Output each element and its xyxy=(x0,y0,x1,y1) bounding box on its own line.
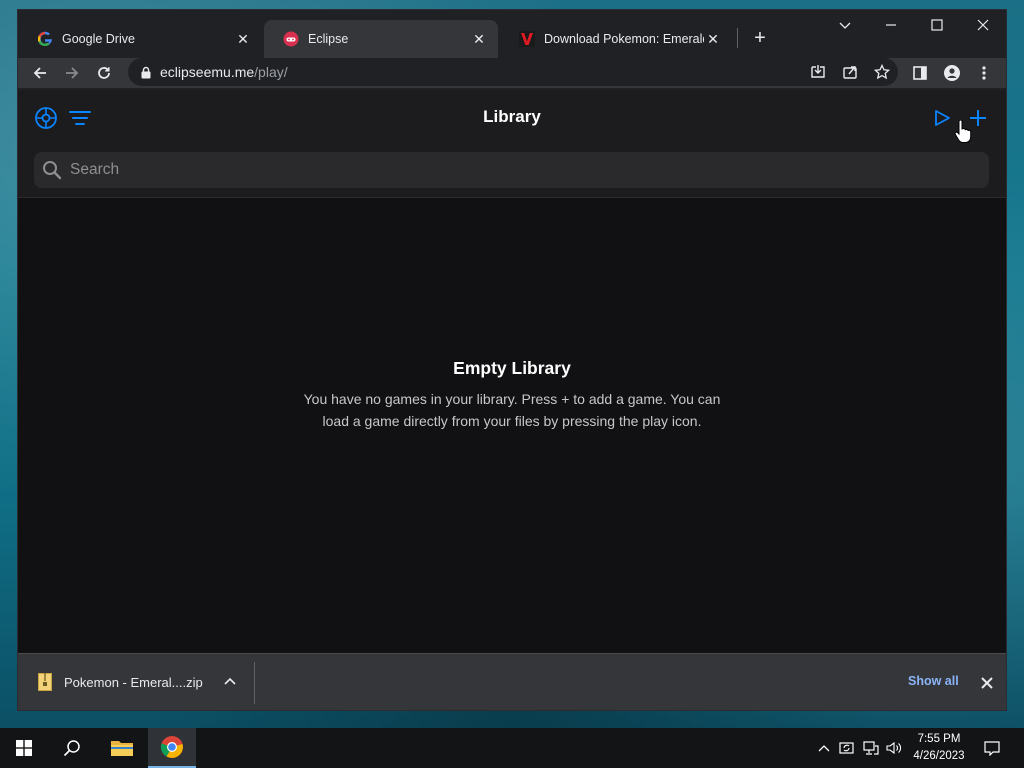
google-icon xyxy=(37,31,52,47)
download-item[interactable]: Pokemon - Emeral....zip xyxy=(18,654,254,710)
notification-icon xyxy=(984,741,1000,756)
maximize-button[interactable] xyxy=(914,10,960,40)
chevron-down-icon xyxy=(839,22,851,29)
tab-eclipse[interactable]: Eclipse ✕ xyxy=(264,20,498,58)
search-input[interactable] xyxy=(70,161,970,179)
empty-state: Empty Library You have no games in your … xyxy=(18,358,1006,432)
folder-icon xyxy=(111,741,133,756)
lock-icon xyxy=(141,66,151,78)
tab-title: Download Pokemon: Emerald Ve xyxy=(544,32,704,46)
bookmark-button[interactable] xyxy=(866,64,898,80)
taskbar: 7:55 PM 4/26/2023 xyxy=(0,728,1024,768)
show-hidden-icons-button[interactable] xyxy=(815,740,833,756)
close-icon xyxy=(977,19,989,31)
minimize-button[interactable] xyxy=(868,10,914,40)
browser-menu-button[interactable] xyxy=(970,59,998,87)
hand-cursor-icon xyxy=(954,120,972,143)
side-panel-icon xyxy=(913,66,927,80)
divider xyxy=(254,662,255,704)
tab-strip: Google Drive ✕ Eclipse ✕ Download Pokemo… xyxy=(18,10,1006,58)
forward-button[interactable] xyxy=(58,59,86,87)
clock-time: 7:55 PM xyxy=(917,733,961,745)
browser-window: Google Drive ✕ Eclipse ✕ Download Pokemo… xyxy=(18,10,1006,710)
back-button[interactable] xyxy=(26,59,54,87)
update-icon xyxy=(839,742,854,754)
chevron-up-icon xyxy=(818,745,830,752)
library-header: Library xyxy=(18,90,1006,198)
system-clock[interactable]: 7:55 PM 4/26/2023 xyxy=(908,731,970,765)
eclipse-icon xyxy=(283,31,299,47)
new-tab-button[interactable]: + xyxy=(748,26,772,50)
close-icon[interactable]: ✕ xyxy=(704,30,722,48)
arrow-right-icon xyxy=(66,67,79,79)
arrow-left-icon xyxy=(33,67,46,79)
profile-icon xyxy=(944,65,960,81)
close-shelf-button[interactable] xyxy=(976,672,998,694)
share-button[interactable] xyxy=(834,64,866,80)
close-window-button[interactable] xyxy=(960,10,1006,40)
empty-title: Empty Library xyxy=(453,358,571,378)
notifications-button[interactable] xyxy=(983,740,1001,756)
network-tray[interactable] xyxy=(862,740,880,756)
tab-google-drive[interactable]: Google Drive ✕ xyxy=(18,20,262,58)
close-icon[interactable]: ✕ xyxy=(470,30,488,48)
start-button[interactable] xyxy=(0,728,48,768)
windows-icon xyxy=(16,740,32,756)
more-vert-icon xyxy=(982,66,986,80)
search-button[interactable] xyxy=(48,728,96,768)
vimm-icon xyxy=(519,31,535,47)
network-icon xyxy=(863,741,879,755)
download-file-name: Pokemon - Emeral....zip xyxy=(64,674,203,690)
zip-file-icon xyxy=(38,673,52,691)
volume-tray[interactable] xyxy=(885,740,903,756)
star-icon xyxy=(874,64,890,80)
url-path: /play/ xyxy=(254,64,288,80)
tab-title: Google Drive xyxy=(62,32,135,46)
chrome-icon xyxy=(160,736,183,758)
file-explorer-button[interactable] xyxy=(98,728,146,768)
install-app-button[interactable] xyxy=(802,64,834,80)
search-icon xyxy=(63,740,80,757)
reload-icon xyxy=(98,67,110,79)
close-icon xyxy=(981,677,993,689)
browser-toolbar: eclipseemu.me/play/ xyxy=(18,58,1006,88)
windows-update-tray[interactable] xyxy=(838,740,856,756)
share-icon xyxy=(843,66,857,79)
page-title: Library xyxy=(483,107,541,126)
reload-button[interactable] xyxy=(90,59,118,87)
tab-download-pokemon[interactable]: Download Pokemon: Emerald Ve ✕ xyxy=(500,20,732,58)
side-panel-button[interactable] xyxy=(906,59,934,87)
clock-date: 4/26/2023 xyxy=(913,750,965,762)
tab-title: Eclipse xyxy=(308,32,349,46)
maximize-icon xyxy=(931,19,943,31)
search-icon xyxy=(43,161,62,180)
url-host: eclipseemu.me xyxy=(160,64,255,80)
speaker-icon xyxy=(886,741,901,755)
profile-button[interactable] xyxy=(938,59,966,87)
show-all-link[interactable]: Show all xyxy=(908,674,959,688)
chrome-taskbar-button[interactable] xyxy=(148,728,196,768)
minimize-icon xyxy=(886,24,896,26)
address-bar[interactable]: eclipseemu.me/play/ xyxy=(128,58,898,86)
chevron-up-icon[interactable] xyxy=(224,676,236,688)
close-icon[interactable]: ✕ xyxy=(234,30,252,48)
web-page: Library Empty Library You ha xyxy=(18,90,1006,653)
download-shelf: Pokemon - Emeral....zip Show all xyxy=(18,653,1006,710)
tab-search-button[interactable] xyxy=(822,10,868,40)
play-icon xyxy=(935,110,950,126)
download-icon xyxy=(811,65,825,78)
search-bar xyxy=(34,152,989,188)
tab-divider xyxy=(737,28,738,48)
play-file-button[interactable] xyxy=(929,105,955,131)
empty-description: You have no games in your library. Press… xyxy=(303,391,721,429)
